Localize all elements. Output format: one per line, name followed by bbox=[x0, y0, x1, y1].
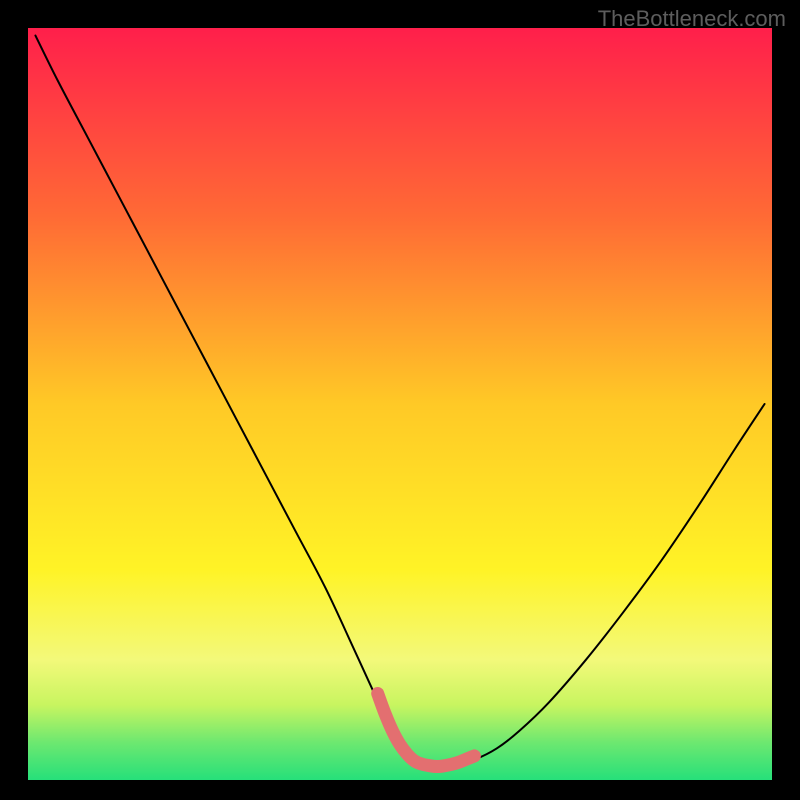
chart-container: TheBottleneck.com bbox=[0, 0, 800, 800]
chart-svg bbox=[0, 0, 800, 800]
chart-background bbox=[28, 28, 772, 780]
watermark: TheBottleneck.com bbox=[598, 6, 786, 32]
